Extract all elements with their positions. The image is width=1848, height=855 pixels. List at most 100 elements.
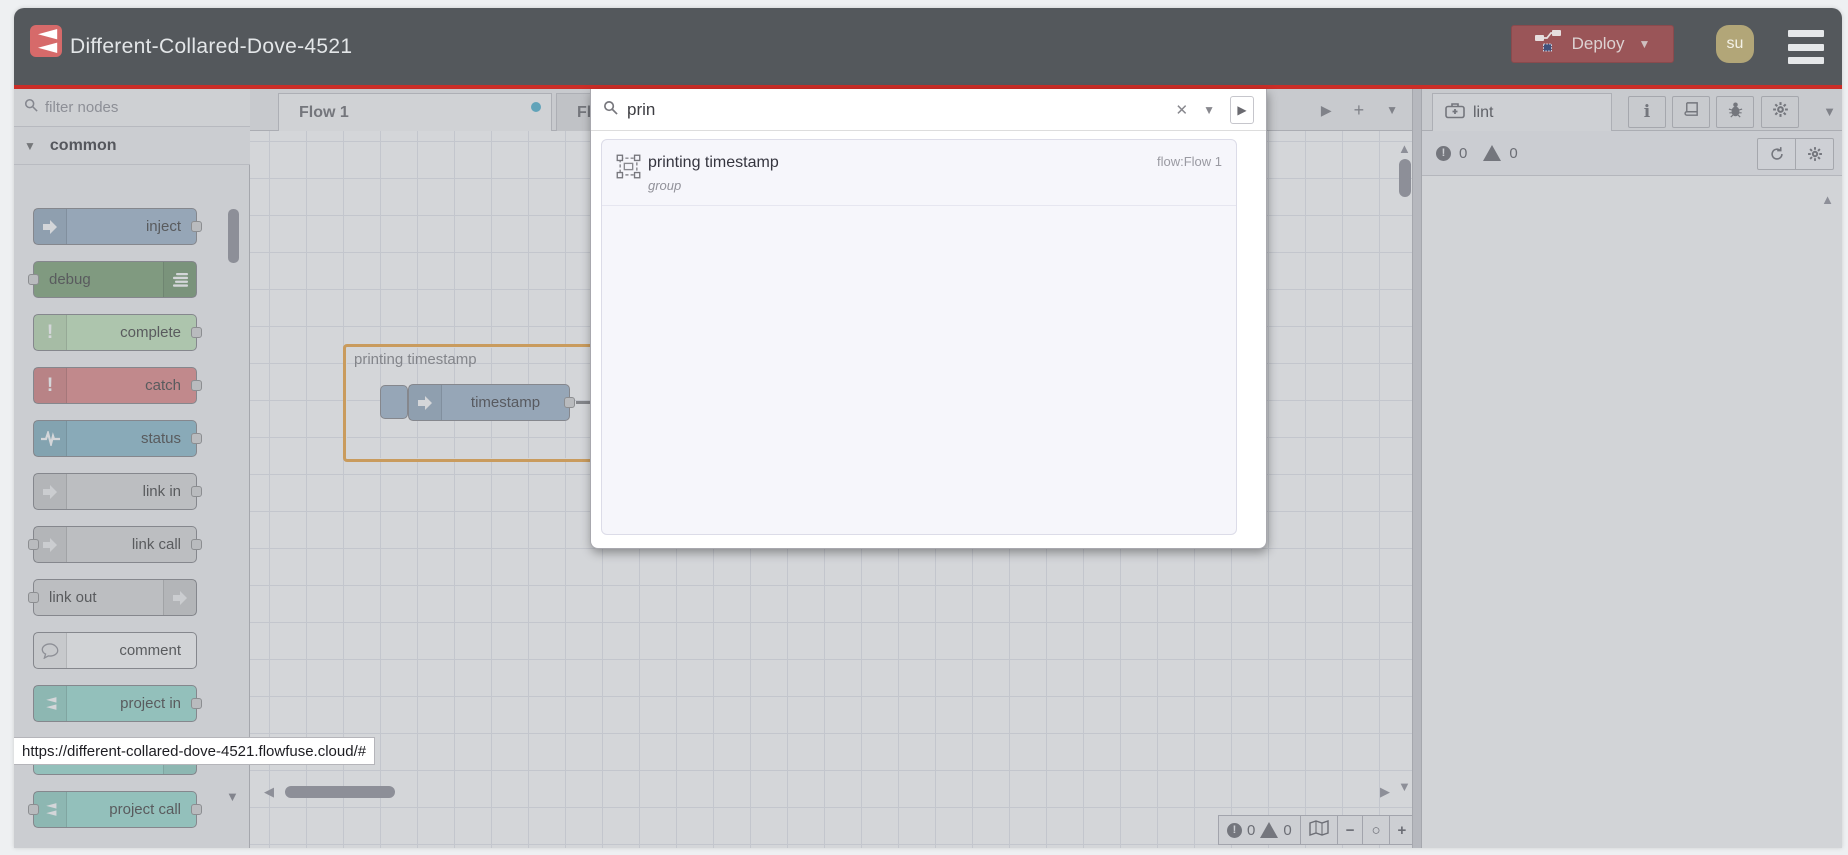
warning-count-icon [1260,822,1279,838]
inject-node-label: timestamp [470,394,541,411]
sidebar-tab-lint[interactable]: lint [1432,93,1612,131]
output-port [191,698,202,709]
debug-tab-button[interactable] [1716,96,1754,128]
zoom-out-button[interactable]: − [1337,815,1364,845]
palette-scrollbar[interactable] [228,209,239,263]
bug-icon [1727,101,1744,123]
palette-node-inject[interactable]: inject [33,208,202,245]
page: Different-Collared-Dove-4521 Deploy ▼ su… [0,0,1848,855]
search-dialog: prin ✕ ▼ ▶ printing timestamp flow:Flow … [590,89,1267,549]
inject-node-timestamp[interactable]: timestamp [408,384,575,421]
sidebar-resize-handle[interactable] [1412,89,1422,848]
palette-node-catch[interactable]: ! catch [33,367,202,404]
deploy-button-label: Deploy [1571,34,1625,53]
sidebar-scroll-up-icon[interactable]: ▲ [1821,192,1834,207]
lint-settings-button[interactable] [1795,139,1833,169]
search-next-button[interactable]: ▶ [1230,95,1254,124]
palette-node-complete[interactable]: ! complete [33,314,202,351]
palette-filter-input[interactable]: filter nodes [14,89,250,127]
node-palette: filter nodes ▼ common inject debug! comple… [14,89,250,848]
info-tab-button[interactable]: i [1628,96,1666,128]
palette-node-label: link in [142,483,181,500]
inject-trigger-button[interactable] [380,385,408,419]
instance-title: Different-Collared-Dove-4521 [70,35,353,58]
search-query-text: prin [627,99,656,119]
palette-node-status[interactable]: status [33,420,202,457]
search-result-row[interactable]: printing timestamp flow:Flow 1 group [602,140,1236,206]
lint-refresh-button[interactable] [1758,139,1795,169]
palette-node-debug[interactable]: debug [28,261,197,298]
config-tab-button[interactable] [1761,96,1799,128]
tab-list-dropdown-icon[interactable]: ▼ [1386,103,1398,117]
output-port [191,327,202,338]
output-port [191,486,202,497]
palette-node-label: status [140,430,181,447]
output-port [191,539,202,550]
tab-search-icon[interactable]: ▶ [1321,102,1332,119]
vertical-scrollbar[interactable] [1399,159,1411,197]
tabbar-actions: ▶ + ▼ [1321,89,1398,131]
book-icon [1683,101,1700,123]
bang-icon: ! [34,315,67,350]
scroll-down-icon[interactable]: ▼ [1398,779,1411,794]
output-port[interactable] [564,397,575,408]
add-flow-button[interactable]: + [1354,100,1365,121]
input-port [28,592,39,603]
main-menu-button[interactable] [1788,28,1824,66]
tab-flow-1-label: Flow 1 [299,103,349,121]
scroll-right-icon[interactable]: ▶ [1380,784,1390,800]
search-result-type: group [648,178,682,193]
palette-node-comment[interactable]: comment [33,632,197,669]
palette-node-link-out[interactable]: link out [28,579,197,616]
clear-search-icon[interactable]: ✕ [1176,101,1189,119]
sidebar-tab-lint-label: lint [1473,103,1494,121]
zoom-reset-button[interactable]: ○ [1363,815,1390,845]
scroll-left-icon[interactable]: ◀ [264,784,274,800]
help-tab-button[interactable] [1672,96,1710,128]
node-group-label: printing timestamp [354,351,477,368]
deploy-dropdown-icon[interactable]: ▼ [1639,37,1651,51]
group-icon [616,154,641,184]
palette-node-project-call[interactable]: project call [28,791,202,828]
flowfuse-editor-window: Different-Collared-Dove-4521 Deploy ▼ su… [14,8,1842,848]
pulse-icon [34,421,67,456]
lint-error-icon: ! [1436,145,1451,161]
palette-node-project-in[interactable]: project in [33,685,202,722]
info-icon: i [1643,102,1651,122]
output-port [191,221,202,232]
palette-node-label: complete [120,324,181,341]
user-avatar[interactable]: su [1716,25,1754,63]
search-icon [24,98,38,117]
lint-warning-count: 0 [1509,144,1518,162]
deploy-button[interactable]: Deploy ▼ [1511,25,1674,63]
search-options-icon[interactable]: ▼ [1203,103,1215,117]
map-icon [1308,820,1329,840]
tab-flow-1[interactable]: Flow 1 [278,93,552,131]
horizontal-scrollbar[interactable] [285,786,395,798]
arrow-icon [34,209,67,244]
input-port [28,539,39,550]
chevron-down-icon: ▼ [24,138,36,153]
palette-node-link-in[interactable]: link in [33,473,202,510]
search-input[interactable]: prin ✕ ▼ ▶ [591,89,1266,131]
comment-icon [34,633,67,668]
bang-icon: ! [34,368,67,403]
lint-error-count: 0 [1459,144,1468,162]
search-result-title: printing timestamp [648,154,779,171]
palette-category-common[interactable]: ▼ common [14,127,250,165]
ff-icon [34,686,67,721]
palette-node-label: comment [119,642,181,659]
canvas-issue-counts[interactable]: ! 0 0 [1218,815,1301,845]
deploy-icon [1534,30,1562,58]
output-port [191,380,202,391]
lint-kit-icon [1445,102,1465,124]
palette-node-link-call[interactable]: link call [28,526,202,563]
lint-sidebar-content: ▲ [1422,176,1842,848]
navigator-button[interactable] [1300,815,1338,845]
sidebar-menu-icon[interactable]: ▼ [1823,104,1836,119]
palette-node-label: link out [49,589,97,606]
palette-scroll-down-icon[interactable]: ▼ [226,789,239,804]
input-port [28,804,39,815]
scroll-up-icon[interactable]: ▲ [1398,141,1411,156]
list-icon [163,262,196,297]
